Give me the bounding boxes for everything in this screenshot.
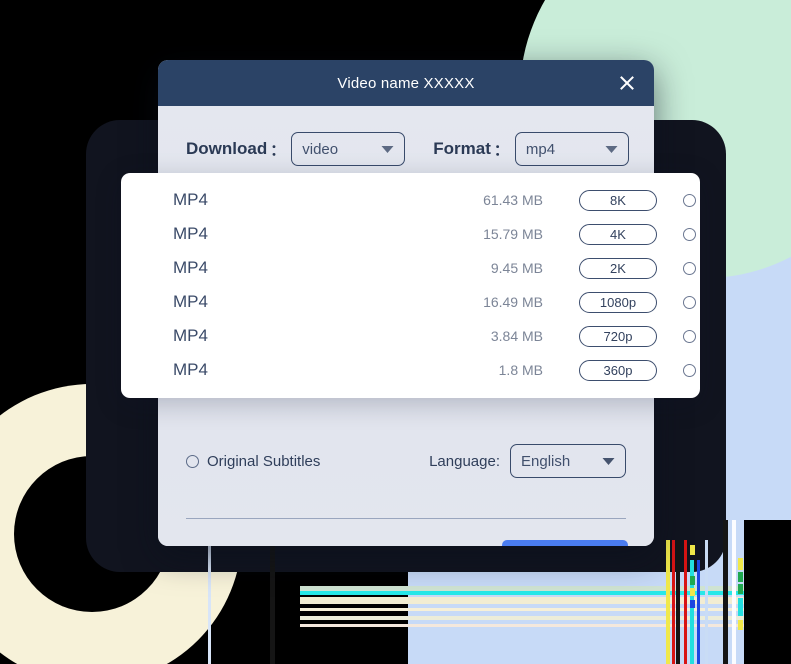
screenshot-canvas: Video name XXXXX Download ： video Format… xyxy=(0,0,791,664)
table-row[interactable]: MP4 1.8 MB 360p xyxy=(121,353,700,387)
row-filesize: 15.79 MB xyxy=(483,226,543,242)
download-button[interactable]: Download xyxy=(502,540,628,546)
row-format: MP4 xyxy=(173,224,208,243)
row-quality-pill[interactable]: 2K xyxy=(579,257,657,279)
row-select-radio[interactable] xyxy=(683,295,696,309)
footer-divider xyxy=(186,518,626,519)
format-value: mp4 xyxy=(525,140,556,158)
row-select-radio[interactable] xyxy=(683,193,696,207)
download-type-label: Download xyxy=(186,139,268,158)
row-format: MP4 xyxy=(173,190,208,209)
table-row[interactable]: MP4 3.84 MB 720p xyxy=(121,319,700,353)
download-type-value: video xyxy=(302,140,339,158)
download-type-colon: ： xyxy=(270,141,286,159)
subtitles-row: Original Subtitles Language: English xyxy=(186,444,626,478)
chevron-down-icon xyxy=(591,145,618,154)
row-filesize: 61.43 MB xyxy=(483,192,543,208)
table-row[interactable]: MP4 15.79 MB 4K xyxy=(121,217,700,251)
row-quality-pill[interactable]: 720p xyxy=(579,325,657,347)
dialog-titlebar: Video name XXXXX xyxy=(158,60,654,106)
format-select[interactable]: mp4 xyxy=(514,132,629,166)
close-icon[interactable] xyxy=(614,70,640,96)
row-select-radio[interactable] xyxy=(683,363,696,377)
format-label: Format xyxy=(433,139,491,158)
page-title: Video name XXXXX xyxy=(337,74,475,92)
row-select-radio[interactable] xyxy=(683,261,696,275)
format-colon: ： xyxy=(493,141,509,159)
language-value: English xyxy=(521,452,571,470)
download-type-select[interactable]: video xyxy=(291,132,406,166)
quality-options-panel: MP4 61.43 MB 8K MP4 15.79 MB 4K MP4 9.45 MB 2K MP… xyxy=(121,173,700,398)
row-filesize: 16.49 MB xyxy=(483,294,543,310)
original-subtitles-label: Original Subtitles xyxy=(207,452,321,470)
row-format: MP4 xyxy=(173,360,208,379)
quality-options-list: MP4 61.43 MB 8K MP4 15.79 MB 4K MP4 9.45 MB 2K MP… xyxy=(121,173,700,387)
row-quality-pill[interactable]: 8K xyxy=(579,189,657,211)
row-format: MP4 xyxy=(173,292,208,311)
row-select-radio[interactable] xyxy=(683,329,696,343)
language-label: Language: xyxy=(429,452,500,470)
row-format: MP4 xyxy=(173,326,208,345)
language-select[interactable]: English xyxy=(510,444,626,478)
row-quality-pill[interactable]: 1080p xyxy=(579,291,657,313)
table-row[interactable]: MP4 16.49 MB 1080p xyxy=(121,285,700,319)
row-quality-pill[interactable]: 4K xyxy=(579,223,657,245)
table-row[interactable]: MP4 61.43 MB 8K xyxy=(121,183,700,217)
row-filesize: 9.45 MB xyxy=(490,260,543,276)
chevron-down-icon xyxy=(588,457,615,466)
original-subtitles-radio[interactable] xyxy=(186,454,199,468)
row-filesize: 3.84 MB xyxy=(490,328,543,344)
row-filesize: 1.8 MB xyxy=(498,362,543,378)
row-format: MP4 xyxy=(173,258,208,277)
table-row[interactable]: MP4 9.45 MB 2K xyxy=(121,251,700,285)
row-select-radio[interactable] xyxy=(683,227,696,241)
row-quality-pill[interactable]: 360p xyxy=(579,359,657,381)
chevron-down-icon xyxy=(367,145,394,154)
top-controls-row: Download ： video Format ： mp4 xyxy=(158,106,654,166)
